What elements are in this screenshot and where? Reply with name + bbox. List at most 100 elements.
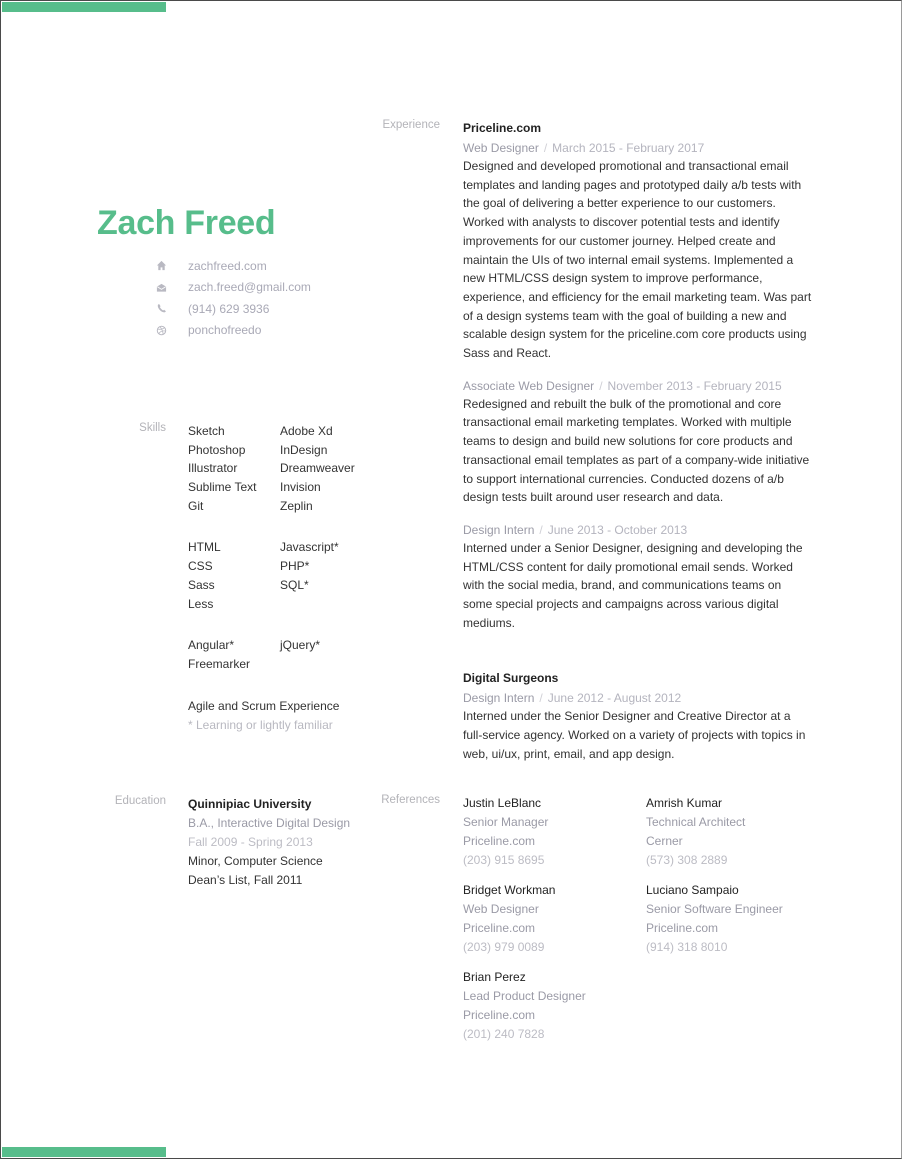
job-dates: June 2012 - August 2012 [547,691,682,706]
skill-item: Javascript* [280,540,339,555]
skill-item: Illustrator [188,461,238,476]
skill-group-design-tools: Sketch Adobe Xd Photoshop InDesign Illus… [188,422,428,515]
experience-section: Priceline.com Web Designer / March 2015 - … [463,119,813,764]
job-role-line: Web Designer / March 2015 - February 2017 [463,139,813,157]
skill-item: InDesign [280,442,328,457]
references-section: Justin LeBlanc Senior Manager Priceline.… [463,794,823,1044]
reference-card: Luciano Sampaio Senior Software Engineer… [646,881,823,957]
candidate-name: Zach Freed [97,204,276,242]
job-dates: June 2013 - October 2013 [547,522,688,537]
top-accent-bar [2,2,166,12]
skill-item: Angular* [188,638,235,653]
skill-item: Dreamweaver [280,461,355,476]
job-description: Interned under a Senior Designer, design… [463,540,803,630]
company-block-priceline: Priceline.com Web Designer / March 2015 - … [463,119,813,632]
skill-item: Git [188,498,204,513]
reference-company: Priceline.com [463,834,536,848]
reference-name: Amrish Kumar [646,796,723,810]
reference-phone[interactable]: (203) 979 0089 [463,938,646,957]
job-dates: November 2013 - February 2015 [607,378,782,393]
company-name: Priceline.com [463,121,542,135]
separator: / [539,522,543,537]
reference-phone[interactable]: (573) 308 2889 [646,851,823,870]
reference-company: Priceline.com [463,1008,536,1022]
skill-group-languages: HTML Javascript* CSS PHP* Sass SQL* Less [188,538,428,613]
skill-item: SQL* [280,577,309,592]
job-entry: Design Intern / June 2012 - August 2012 In… [463,689,813,763]
reference-title: Senior Manager [463,815,549,829]
separator: / [599,378,603,393]
job-role-line: Design Intern / June 2013 - October 2013 [463,521,813,539]
skills-footnote: * Learning or lightly familiar [188,717,333,732]
skill-item: Zeplin [280,498,313,513]
dribbble-icon [153,323,169,337]
job-title: Web Designer [463,141,539,155]
minor: Minor, Computer Science [188,854,323,868]
reference-title: Web Designer [463,902,539,916]
resume-page: Zach Freed zachfreed.com zach.freed@gmai… [0,0,902,1159]
reference-name: Justin LeBlanc [463,796,542,810]
skills-section: Sketch Adobe Xd Photoshop InDesign Illus… [188,422,428,735]
degree: B.A., Interactive Digital Design [188,816,351,830]
job-entry: Web Designer / March 2015 - February 2017 … [463,139,813,363]
reference-card: Brian Perez Lead Product Designer Pricel… [463,968,646,1044]
skill-item: Less [188,596,214,611]
reference-name: Bridget Workman [463,883,556,897]
job-role-line: Associate Web Designer / November 2013 - F… [463,377,813,395]
skill-item: PHP* [280,559,310,574]
phone-icon [153,302,169,316]
reference-phone[interactable]: (201) 240 7828 [463,1025,646,1044]
reference-phone[interactable]: (203) 915 8695 [463,851,646,870]
references-heading: References [381,794,440,806]
job-entry: Design Intern / June 2013 - October 2013 I… [463,521,813,633]
contact-website[interactable]: zachfreed.com [153,255,311,277]
email-link[interactable]: zach.freed@gmail.com [188,280,311,294]
contact-dribbble[interactable]: ponchofreedo [153,320,311,342]
reference-company: Priceline.com [463,921,536,935]
skill-item: Invision [280,480,321,495]
skill-item: Sass [188,577,215,592]
contact-list: zachfreed.com zach.freed@gmail.com (914)… [153,255,311,341]
contact-phone[interactable]: (914) 629 3936 [153,298,311,320]
education-years: Fall 2009 - Spring 2013 [188,835,313,849]
reference-card: Bridget Workman Web Designer Priceline.c… [463,881,646,957]
experience-heading: Experience [382,119,440,131]
envelope-icon [153,280,169,294]
bottom-accent-bar [2,1147,166,1157]
skill-item: Adobe Xd [280,424,333,438]
reference-company: Cerner [646,834,683,848]
skill-item: HTML [188,540,221,555]
phone-number[interactable]: (914) 629 3936 [188,302,269,316]
skills-heading: Skills [139,422,166,434]
website-link[interactable]: zachfreed.com [188,259,267,273]
skill-item: Freemarker [188,656,251,671]
reference-title: Technical Architect [646,815,746,829]
reference-title: Lead Product Designer [463,989,586,1003]
job-title: Design Intern [463,522,535,537]
home-icon [153,259,169,273]
reference-company: Priceline.com [646,921,719,935]
reference-name: Brian Perez [463,970,526,984]
separator: / [543,141,548,155]
job-dates: March 2015 - February 2017 [552,141,705,155]
dribbble-handle[interactable]: ponchofreedo [188,323,261,337]
company-name: Digital Surgeons [463,671,559,686]
skill-extra: Agile and Scrum Experience [188,698,340,713]
job-role-line: Design Intern / June 2012 - August 2012 [463,689,813,707]
reference-name: Luciano Sampaio [646,883,739,897]
skill-item: Photoshop [188,442,246,457]
job-title: Associate Web Designer [463,378,595,393]
honors: Dean’s List, Fall 2011 [188,873,303,887]
job-title: Design Intern [463,691,535,706]
skill-item: Sublime Text [188,480,257,495]
reference-card: Justin LeBlanc Senior Manager Priceline.… [463,794,646,870]
job-entry: Associate Web Designer / November 2013 - F… [463,377,813,507]
skill-item: Sketch [188,424,225,438]
contact-email[interactable]: zach.freed@gmail.com [153,277,311,299]
separator: / [539,691,543,706]
reference-phone[interactable]: (914) 318 8010 [646,938,823,957]
job-description: Designed and developed promotional and t… [463,159,812,361]
skill-item: jQuery* [280,638,321,653]
job-description: Redesigned and rebuilt the bulk of the p… [463,396,810,505]
education-section: Quinnipiac University B.A., Interactive … [188,795,388,890]
